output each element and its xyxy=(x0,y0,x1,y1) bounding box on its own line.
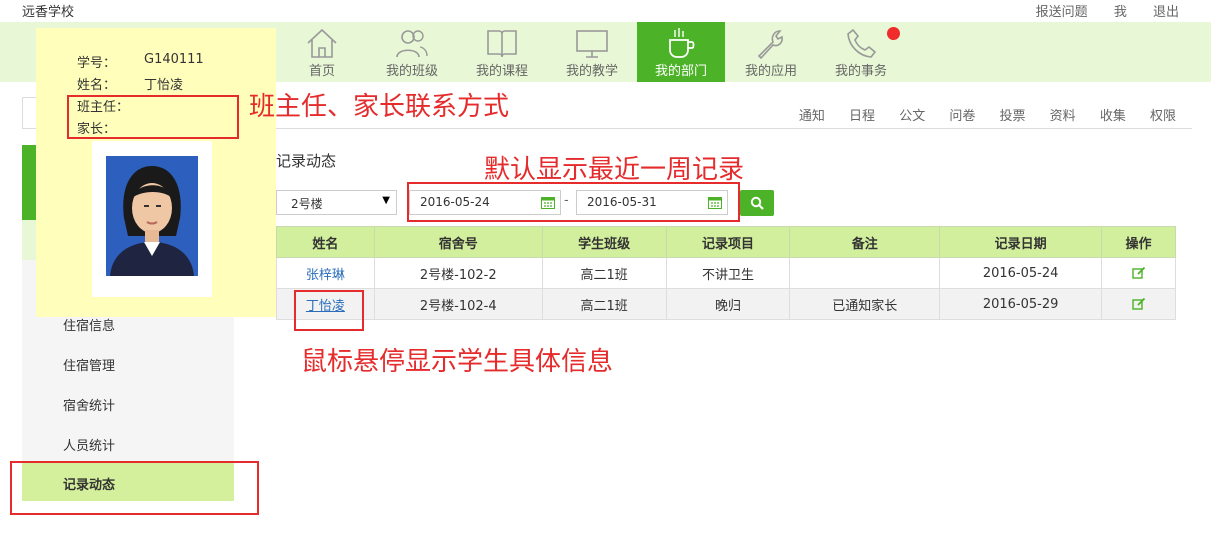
annotation-box-date-range xyxy=(407,182,740,222)
tab-vote[interactable]: 投票 xyxy=(1000,109,1026,124)
tab-document[interactable]: 公文 xyxy=(899,109,925,124)
col-name: 姓名 xyxy=(276,226,375,258)
date-cell: 2016-05-24 xyxy=(939,257,1103,289)
note-cell xyxy=(789,257,941,289)
logout-link[interactable]: 退出 xyxy=(1153,5,1179,20)
student-no-value: G140111 xyxy=(144,52,204,67)
nav-home-label: 首页 xyxy=(308,64,335,79)
col-item: 记录项目 xyxy=(665,226,791,258)
sub-tabs: 通知 日程 公文 问卷 投票 资料 收集 权限 xyxy=(779,105,1176,124)
nav-my-department[interactable]: 我的部门 xyxy=(637,22,725,82)
sub-tabs-divider xyxy=(276,128,1192,129)
class-cell: 高二1班 xyxy=(541,257,667,289)
student-no-label: 学号： xyxy=(77,56,117,71)
home-icon xyxy=(307,28,337,58)
nav-my-class[interactable]: 我的班级 xyxy=(368,22,456,82)
annotation-hover: 鼠标悬停显示学生具体信息 xyxy=(301,347,614,377)
sidebar-item-staff-stats[interactable]: 人员统计 xyxy=(63,435,115,454)
item-cell: 晚归 xyxy=(665,288,791,320)
student-name-link[interactable]: 张梓琳 xyxy=(306,268,345,283)
report-issue-link[interactable]: 报送问题 xyxy=(1036,5,1088,20)
nav-my-apps[interactable]: 我的应用 xyxy=(727,22,815,82)
dorm-cell: 2号楼-102-2 xyxy=(373,257,543,289)
building-select[interactable]: 2号楼 ▼ xyxy=(276,190,397,215)
building-select-value: 2号楼 xyxy=(291,197,323,211)
table-row: 丁怡凌 2号楼-102-4 高二1班 晚归 已通知家长 2016-05-29 xyxy=(276,288,1176,320)
col-class: 学生班级 xyxy=(541,226,667,258)
dorm-cell: 2号楼-102-4 xyxy=(373,288,543,320)
annotation-week: 默认显示最近一周记录 xyxy=(484,155,745,185)
people-icon xyxy=(396,30,428,58)
col-dorm: 宿舍号 xyxy=(373,226,543,258)
student-name-value: 丁怡凌 xyxy=(144,78,184,93)
phone-icon xyxy=(847,28,877,58)
nav-my-apps-label: 我的应用 xyxy=(744,64,797,79)
records-table: 姓名 宿舍号 学生班级 记录项目 备注 记录日期 操作 张梓琳 2号楼-102-… xyxy=(276,226,1176,320)
tab-survey[interactable]: 问卷 xyxy=(949,109,975,124)
annotation-box-name xyxy=(294,290,364,331)
top-strip: 远香学校 报送问题 我 退出 xyxy=(0,0,1211,22)
search-button[interactable] xyxy=(740,190,774,216)
note-cell: 已通知家长 xyxy=(789,288,941,320)
sidebar-header xyxy=(22,145,36,220)
tab-materials[interactable]: 资料 xyxy=(1050,109,1076,124)
tab-collect[interactable]: 收集 xyxy=(1100,109,1126,124)
col-note: 备注 xyxy=(789,226,941,258)
search-icon xyxy=(750,196,764,210)
nav-my-teaching-label: 我的教学 xyxy=(565,64,618,79)
cup-icon xyxy=(669,28,695,58)
date-cell: 2016-05-29 xyxy=(939,288,1103,320)
monitor-icon xyxy=(576,30,608,58)
wrench-icon xyxy=(757,30,783,60)
sidebar-item-dorm-manage[interactable]: 住宿管理 xyxy=(63,355,115,374)
top-links: 报送问题 我 退出 xyxy=(1014,1,1179,20)
col-action: 操作 xyxy=(1101,226,1176,258)
item-cell: 不讲卫生 xyxy=(665,257,791,289)
col-date: 记录日期 xyxy=(939,226,1103,258)
book-icon xyxy=(487,30,517,58)
class-cell: 高二1班 xyxy=(541,288,667,320)
sidebar-search-box[interactable] xyxy=(22,97,36,129)
page-title: 记录动态 xyxy=(276,152,337,170)
sidebar-item-dorm-info[interactable]: 住宿信息 xyxy=(63,315,115,334)
nav-home[interactable]: 首页 xyxy=(278,22,366,82)
student-name-label: 姓名： xyxy=(77,78,117,93)
nav-my-department-label: 我的部门 xyxy=(654,64,707,79)
table-header-row: 姓名 宿舍号 学生班级 记录项目 备注 记录日期 操作 xyxy=(276,226,1176,258)
student-photo xyxy=(106,156,198,276)
tab-notice[interactable]: 通知 xyxy=(799,109,825,124)
nav-my-teaching[interactable]: 我的教学 xyxy=(548,22,636,82)
edit-icon[interactable] xyxy=(1131,297,1146,311)
nav-my-course[interactable]: 我的课程 xyxy=(458,22,546,82)
table-row: 张梓琳 2号楼-102-2 高二1班 不讲卫生 2016-05-24 xyxy=(276,257,1176,289)
sidebar-item-dorm-stats[interactable]: 宿舍统计 xyxy=(63,395,115,414)
nav-my-class-label: 我的班级 xyxy=(385,64,438,79)
edit-icon[interactable] xyxy=(1131,266,1146,280)
student-photo-frame xyxy=(92,141,212,297)
me-link[interactable]: 我 xyxy=(1114,5,1127,20)
nav-my-course-label: 我的课程 xyxy=(475,64,528,79)
notification-badge xyxy=(887,27,900,40)
annotation-box-sidebar xyxy=(10,461,259,515)
annotation-contact: 班主任、家长联系方式 xyxy=(249,92,510,122)
student-info-tooltip: 学号： G140111 姓名： 丁怡凌 班主任： 家长： xyxy=(36,28,276,317)
annotation-box-contact xyxy=(67,95,239,139)
tab-schedule[interactable]: 日程 xyxy=(849,109,875,124)
tab-permissions[interactable]: 权限 xyxy=(1150,109,1176,124)
school-name: 远香学校 xyxy=(22,5,75,20)
caret-down-icon: ▼ xyxy=(382,195,390,206)
nav-my-affairs-label: 我的事务 xyxy=(834,64,887,79)
